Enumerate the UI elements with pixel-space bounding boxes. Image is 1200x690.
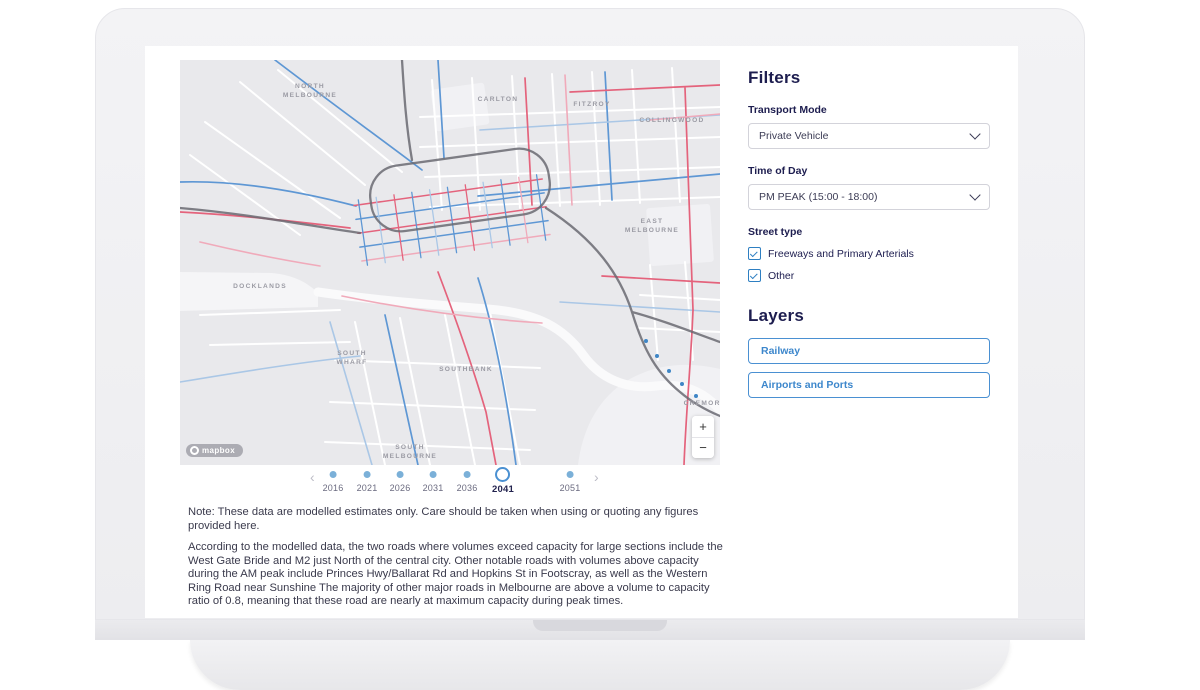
timeline-dot [363, 471, 370, 478]
transport-mode-value: Private Vehicle [759, 130, 828, 142]
timeline-next-button[interactable]: › [594, 470, 599, 484]
street-type-label: Street type [748, 226, 990, 238]
chevron-down-icon [969, 189, 980, 200]
checkbox-label-freeways: Freeways and Primary Arterials [768, 248, 914, 260]
map-label: COLLINGWOOD [639, 117, 704, 124]
layers-title: Layers [748, 306, 990, 326]
transport-mode-label: Transport Mode [748, 104, 990, 116]
time-of-day-label: Time of Day [748, 165, 990, 177]
laptop-base [190, 640, 1010, 690]
filters-panel: Filters Transport Mode Private Vehicle T… [748, 68, 990, 398]
timeline-year-label: 2051 [560, 483, 581, 493]
timeline-dot [429, 471, 436, 478]
laptop-base-notch [533, 620, 667, 631]
timeline-dot [329, 471, 336, 478]
timeline-year-2026[interactable]: 2026 [390, 466, 411, 493]
transport-mode-select[interactable]: Private Vehicle [748, 123, 990, 149]
timeline-year-label: 2036 [457, 483, 478, 493]
notes-section: Note: These data are modelled estimates … [188, 506, 725, 618]
mapbox-logo[interactable]: mapbox [186, 444, 243, 457]
map-label: FITZROY [573, 101, 610, 108]
layer-airports-ports-button[interactable]: Airports and Ports [748, 372, 990, 398]
timeline-dot [463, 471, 470, 478]
map-label: SOUTHBANK [439, 366, 493, 373]
timeline-year-2051[interactable]: 2051 [560, 466, 581, 493]
layer-railway-button[interactable]: Railway [748, 338, 990, 364]
timeline-year-label: 2031 [423, 483, 444, 493]
timeline-dot [566, 471, 573, 478]
mapbox-icon [190, 446, 199, 455]
timeline-year-2041-selected[interactable]: 2041 [492, 466, 514, 495]
timeline-year-2021[interactable]: 2021 [357, 466, 378, 493]
filters-title: Filters [748, 68, 990, 88]
checkbox-label-other: Other [768, 270, 794, 282]
chevron-down-icon [969, 128, 980, 139]
timeline-year-2036[interactable]: 2036 [457, 466, 478, 493]
timeline-year-2016[interactable]: 2016 [323, 466, 344, 493]
timeline-year-label: 2021 [357, 483, 378, 493]
checkbox-icon [748, 269, 761, 282]
timeline-year-label: 2041 [492, 484, 514, 495]
check-icon [750, 271, 758, 279]
timeline-year-label: 2026 [390, 483, 411, 493]
app-screen: NORTHMELBOURNE CARLTON FITZROY COLLINGWO… [145, 46, 1018, 618]
time-of-day-value: PM PEAK (15:00 - 18:00) [759, 191, 877, 203]
time-of-day-select[interactable]: PM PEAK (15:00 - 18:00) [748, 184, 990, 210]
map-canvas: NORTHMELBOURNE CARLTON FITZROY COLLINGWO… [180, 60, 720, 465]
timeline-dot-selected [496, 467, 511, 482]
check-icon [750, 249, 758, 257]
timeline-dot [396, 471, 403, 478]
zoom-in-button[interactable]: + [692, 416, 714, 437]
map-zoom-control: + − [692, 416, 714, 458]
map-label: DOCKLANDS [233, 283, 287, 290]
mapbox-wordmark: mapbox [202, 446, 235, 455]
timeline-prev-button[interactable]: ‹ [310, 470, 315, 484]
note-source: Source: Victoria's Integrated Transport … [188, 617, 725, 619]
map-label: CREMORNE [684, 400, 720, 407]
zoom-out-button[interactable]: − [692, 437, 714, 458]
checkbox-row-other[interactable]: Other [748, 269, 990, 282]
map-label: CARLTON [478, 96, 519, 103]
note-body: According to the modelled data, the two … [188, 541, 725, 609]
checkbox-row-freeways[interactable]: Freeways and Primary Arterials [748, 247, 990, 260]
map[interactable]: NORTHMELBOURNE CARLTON FITZROY COLLINGWO… [180, 60, 720, 465]
checkbox-icon [748, 247, 761, 260]
note-disclaimer: Note: These data are modelled estimates … [188, 506, 725, 533]
timeline: ‹ › 2016 2021 2026 2031 2036 [145, 466, 758, 506]
timeline-year-2031[interactable]: 2031 [423, 466, 444, 493]
timeline-year-label: 2016 [323, 483, 344, 493]
